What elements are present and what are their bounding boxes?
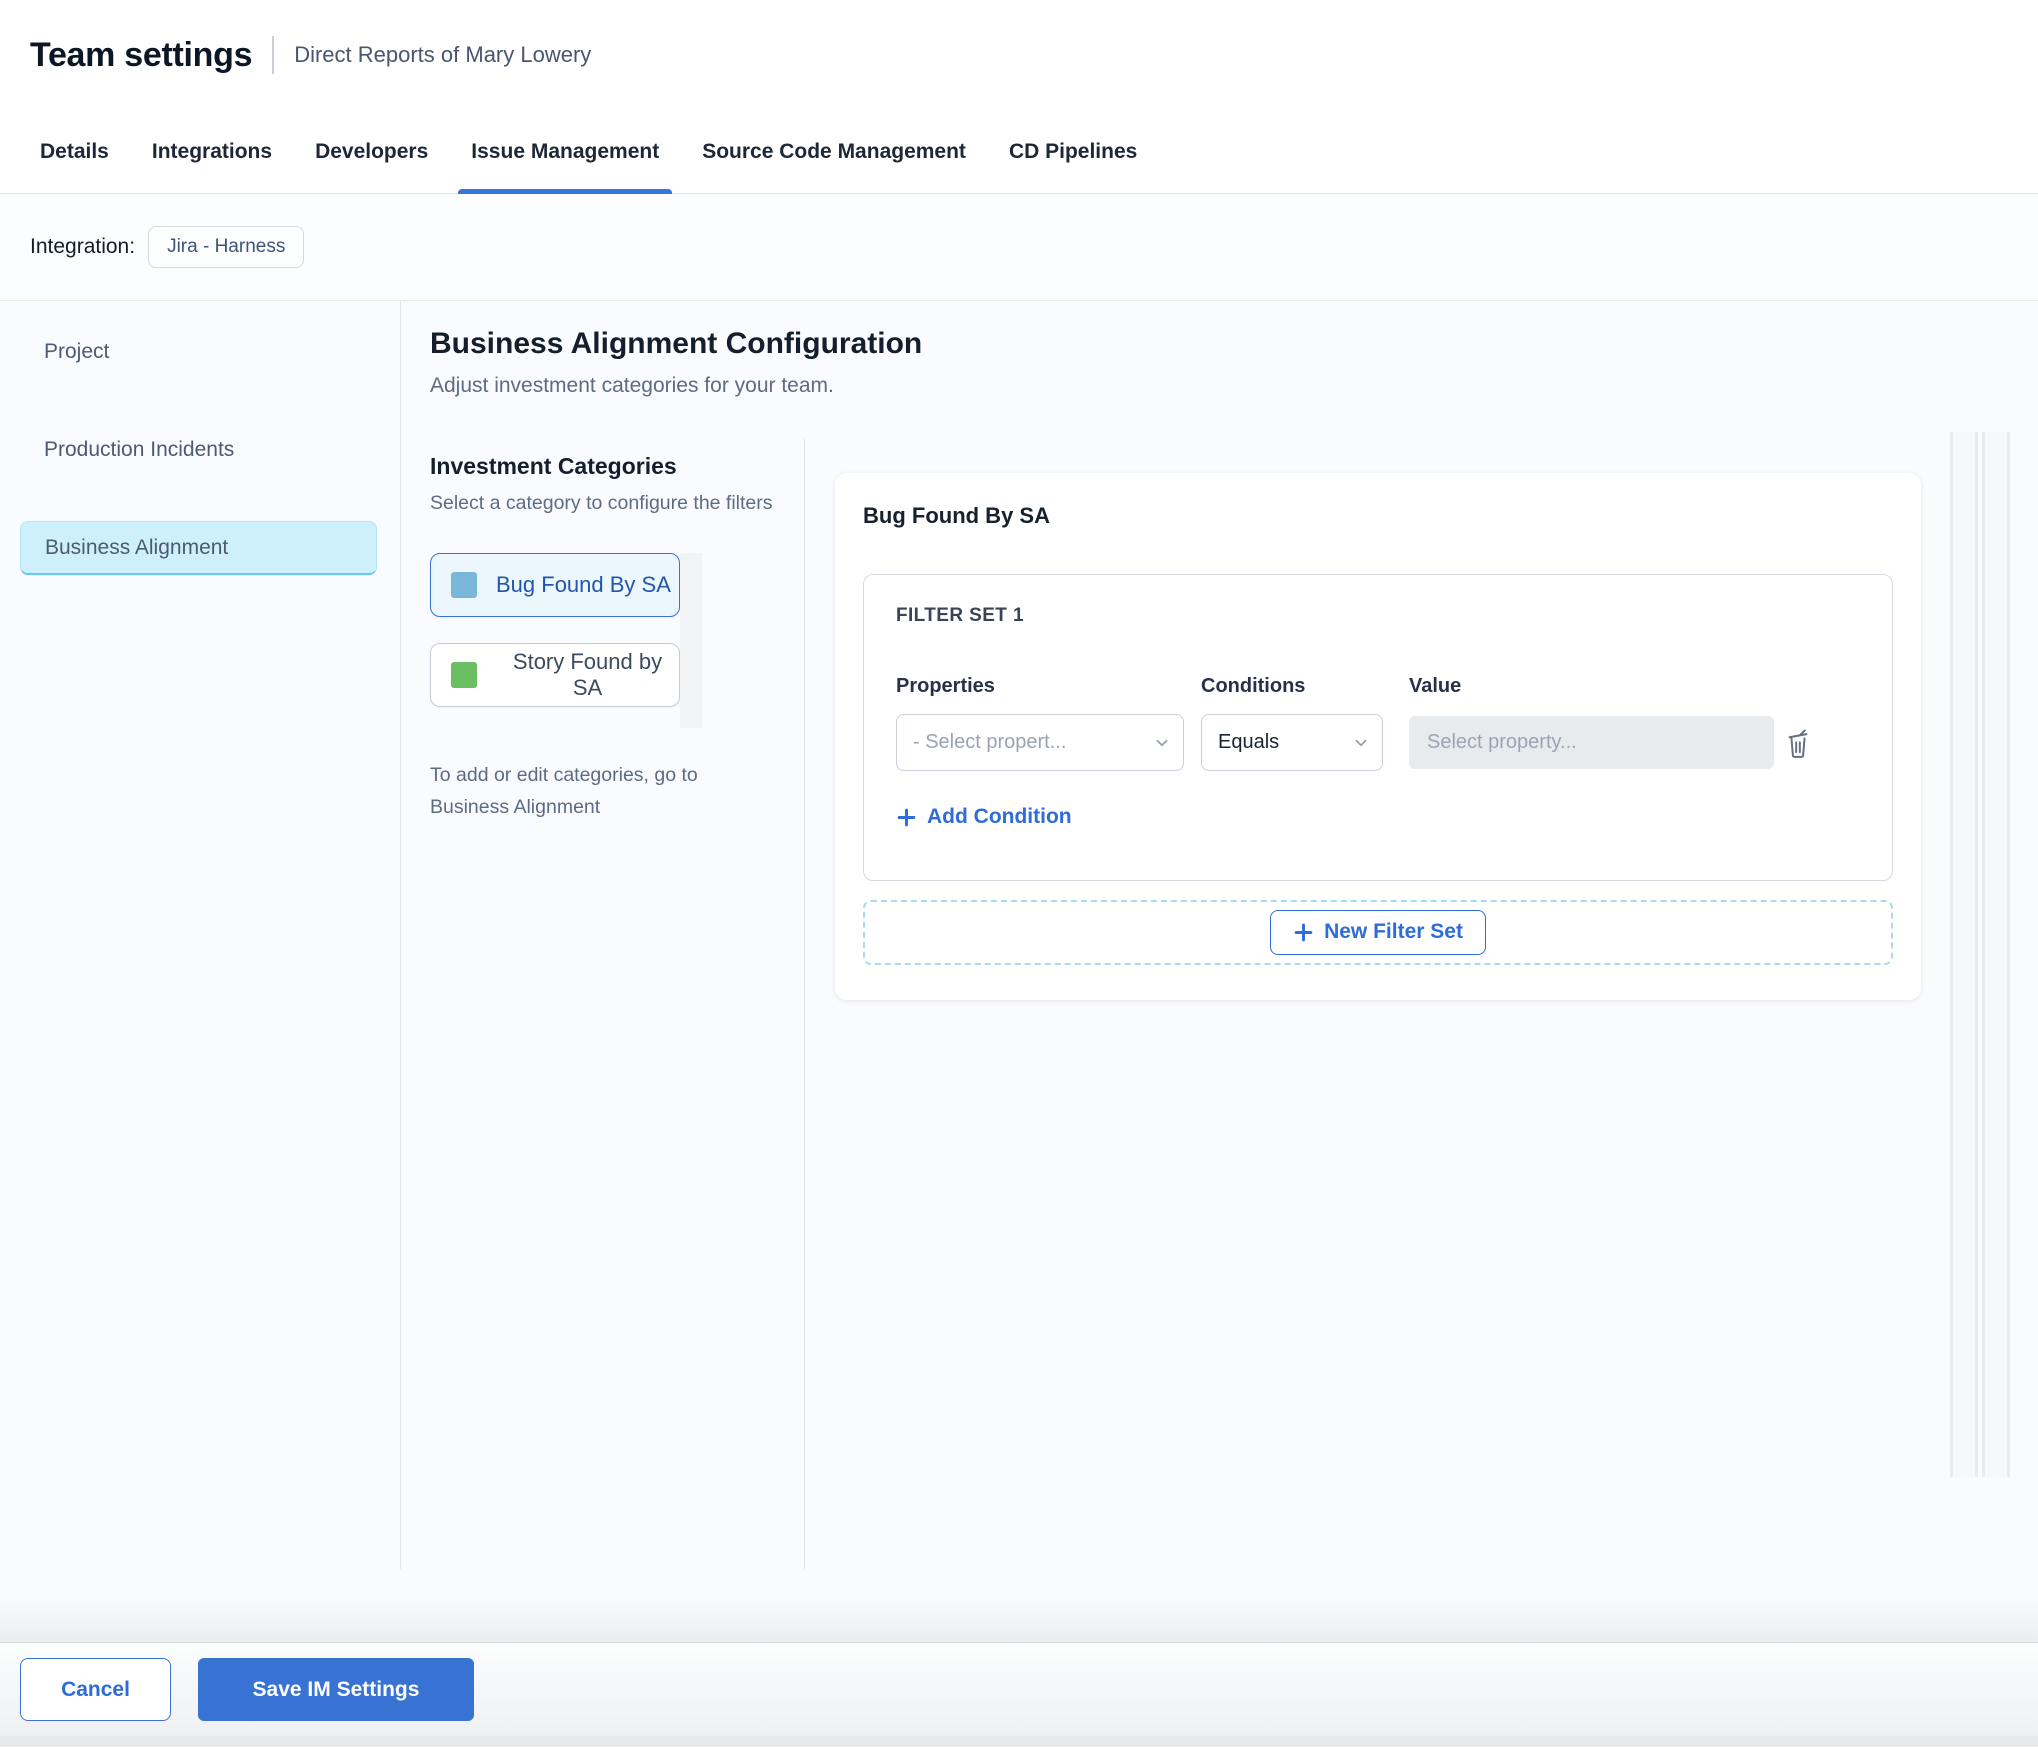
properties-select-placeholder: - Select propert... xyxy=(913,731,1067,753)
outer-scrollbar[interactable] xyxy=(1950,432,1978,1477)
value-input[interactable] xyxy=(1409,716,1774,769)
pre-footer-band xyxy=(0,1599,2038,1642)
tab-issue-management[interactable]: Issue Management xyxy=(458,110,673,194)
properties-select[interactable]: - Select propert... xyxy=(896,714,1184,771)
inner-scrollbar[interactable] xyxy=(1982,432,2010,1477)
new-filter-set-button[interactable]: New Filter Set xyxy=(1270,909,1486,955)
column-header-conditions: Conditions xyxy=(1201,675,1306,697)
categories-help-text: Select a category to configure the filte… xyxy=(430,492,773,514)
save-im-settings-button[interactable]: Save IM Settings xyxy=(198,1658,474,1721)
delete-condition-button[interactable] xyxy=(1782,726,1814,760)
category-color-swatch-green xyxy=(451,662,477,688)
sidenav-item-production-incidents[interactable]: Production Incidents xyxy=(20,423,377,477)
page-subtitle: Direct Reports of Mary Lowery xyxy=(294,42,592,67)
section-header: Business Alignment Configuration Adjust … xyxy=(401,301,2038,439)
category-list-scrollbar[interactable] xyxy=(680,553,702,728)
category-list: Bug Found By SA Story Found by SA xyxy=(430,553,804,728)
investment-categories-panel: Investment Categories Select a category … xyxy=(401,439,805,1569)
team-settings-page: Team settings Direct Reports of Mary Low… xyxy=(0,0,2038,1748)
add-condition-label: Add Condition xyxy=(927,805,1072,828)
sidenav-item-project[interactable]: Project xyxy=(20,325,377,379)
tab-details[interactable]: Details xyxy=(40,110,109,193)
tab-integrations[interactable]: Integrations xyxy=(152,110,272,193)
categories-footnote: To add or edit categories, go to Busines… xyxy=(430,764,698,818)
business-alignment-main: Business Alignment Configuration Adjust … xyxy=(401,301,2038,1569)
bottom-strip xyxy=(0,1736,2038,1747)
filter-card-title: Bug Found By SA xyxy=(863,503,1050,528)
category-filter-card: Bug Found By SA FILTER SET 1 Properties … xyxy=(835,473,1921,1000)
column-header-value: Value xyxy=(1409,675,1462,697)
category-story-found-by-sa[interactable]: Story Found by SA xyxy=(430,643,680,707)
category-label: Story Found by SA xyxy=(512,649,663,700)
category-bug-found-by-sa[interactable]: Bug Found By SA xyxy=(430,553,680,617)
page-title: Team settings xyxy=(30,35,253,74)
filter-config-panel: Bug Found By SA FILTER SET 1 Properties … xyxy=(805,432,2038,1569)
panel-scrollbars xyxy=(1950,432,2010,1477)
chevron-down-icon xyxy=(1156,739,1168,746)
tab-developers[interactable]: Developers xyxy=(315,110,428,193)
chevron-down-icon xyxy=(1355,739,1367,746)
title-bar: Team settings Direct Reports of Mary Low… xyxy=(0,0,2038,110)
section-subtitle: Adjust investment categories for your te… xyxy=(430,374,834,397)
filter-set-label: FILTER SET 1 xyxy=(896,605,1024,626)
tab-bar: Details Integrations Developers Issue Ma… xyxy=(0,110,2038,194)
settings-content: Project Production Incidents Business Al… xyxy=(0,301,2038,1569)
plus-icon xyxy=(1294,923,1313,941)
tab-cd-pipelines[interactable]: CD Pipelines xyxy=(1009,110,1137,193)
column-header-properties: Properties xyxy=(896,675,995,697)
conditions-select-value: Equals xyxy=(1218,731,1280,753)
add-condition-button[interactable]: Add Condition xyxy=(896,805,1072,829)
trash-icon xyxy=(1788,728,1808,758)
integration-row: Integration: Jira - Harness xyxy=(0,194,2038,301)
category-color-swatch-blue xyxy=(451,572,477,598)
tab-source-code-management[interactable]: Source Code Management xyxy=(702,110,966,193)
plus-icon xyxy=(897,808,916,826)
section-title: Business Alignment Configuration xyxy=(430,327,923,360)
settings-sidenav: Project Production Incidents Business Al… xyxy=(0,301,401,1569)
categories-title: Investment Categories xyxy=(430,453,677,479)
conditions-select[interactable]: Equals xyxy=(1201,714,1383,771)
sidenav-item-business-alignment[interactable]: Business Alignment xyxy=(20,521,377,575)
footer-spacer xyxy=(0,1569,2038,1599)
title-divider xyxy=(272,36,275,74)
new-filter-set-dropzone: New Filter Set xyxy=(863,899,1893,965)
cancel-button[interactable]: Cancel xyxy=(20,1658,171,1721)
footer-action-bar: Cancel Save IM Settings xyxy=(0,1642,2038,1736)
category-label: Bug Found By SA xyxy=(496,572,671,597)
integration-chip[interactable]: Jira - Harness xyxy=(148,226,305,268)
new-filter-set-label: New Filter Set xyxy=(1324,920,1463,943)
filter-set-1: FILTER SET 1 Properties Conditions Value… xyxy=(863,574,1893,881)
integration-label: Integration: xyxy=(30,235,136,258)
